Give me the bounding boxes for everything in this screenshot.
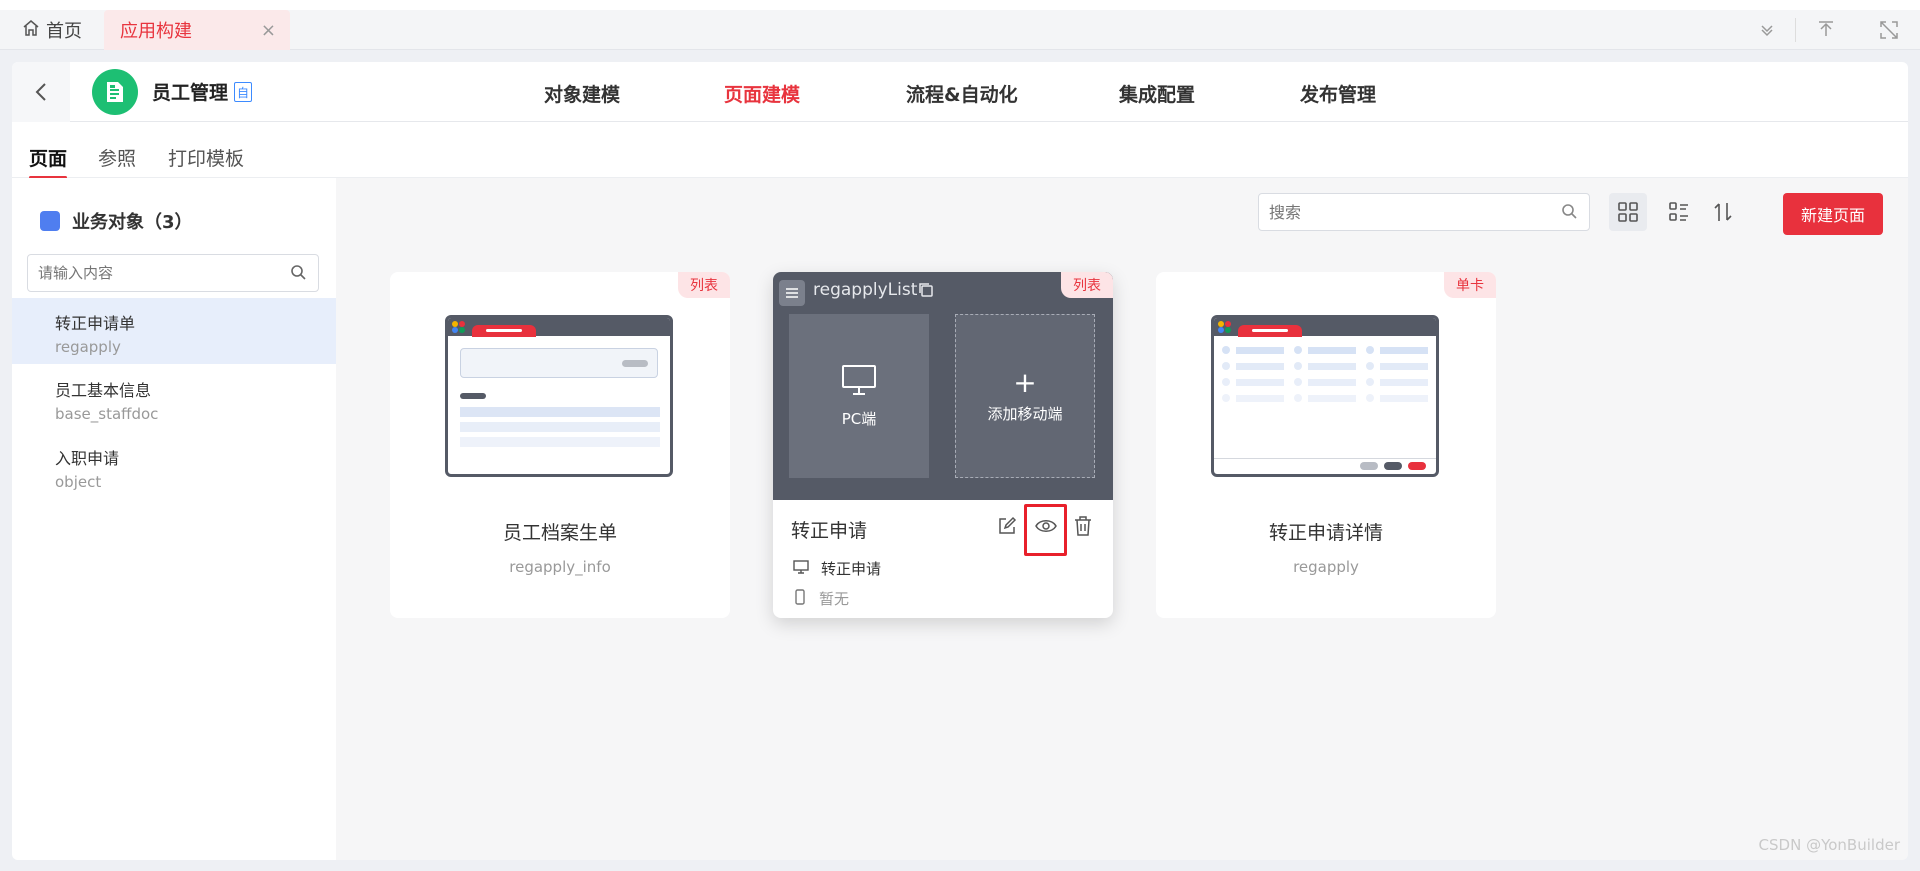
app-dots-icon (452, 321, 466, 333)
page-card-name: 员工档案生单 (502, 522, 617, 544)
sidebar: 业务对象（3） 转正申请单 regapply 员工基本信息 base_staff… (12, 178, 336, 860)
app-name: 员工管理 (152, 82, 229, 104)
menu-icon[interactable] (779, 280, 805, 306)
app-header: 员工管理 自 对象建模 页面建模 流程&自动化 集成配置 发布管理 (12, 62, 1908, 122)
page-type-badge: 单卡 (1444, 272, 1496, 298)
home-icon (22, 19, 40, 42)
business-object-icon (40, 211, 60, 231)
watermark: CSDN @YonBuilder (1758, 836, 1900, 854)
add-mobile-endpoint-button[interactable]: + 添加移动端 (955, 314, 1095, 478)
mobile-phone-icon (793, 588, 807, 609)
sidebar-item-code: regapply (55, 338, 121, 356)
search-icon[interactable] (1561, 203, 1577, 223)
page-card[interactable]: 列表 员工档案生单 regapply_info (390, 272, 730, 618)
page-card[interactable]: 单卡 转正申请详情 regapply (1156, 272, 1496, 618)
nav-object-modeling[interactable]: 对象建模 (544, 80, 620, 107)
page-card-name: 转正申请 (791, 520, 868, 542)
sidebar-search (27, 254, 319, 292)
sidebar-title-label: 业务对象（3） (72, 212, 193, 233)
sidebar-item-code: base_staffdoc (55, 405, 159, 423)
divider (1795, 18, 1796, 42)
subtab-pages[interactable]: 页面 (29, 144, 68, 179)
chevrons-down-icon[interactable] (1758, 10, 1776, 50)
grid-view-icon[interactable] (1609, 193, 1647, 231)
app-logo (92, 69, 138, 115)
sidebar-item-base-staffdoc[interactable]: 员工基本信息 base_staffdoc (12, 365, 336, 431)
page-code-title: regapplyList (813, 280, 918, 300)
page-card-preview-panel: regapplyList 列表 PC端 + 添加移动端 (773, 272, 1113, 500)
upload-icon[interactable] (1816, 10, 1836, 50)
copy-icon[interactable] (918, 282, 934, 302)
edit-icon[interactable] (997, 516, 1017, 540)
back-button[interactable] (12, 62, 70, 122)
pc-endpoint-button[interactable]: PC端 (789, 314, 929, 478)
chevron-left-icon (35, 83, 46, 101)
plus-icon: + (1013, 365, 1037, 399)
sort-icon[interactable] (1704, 193, 1742, 231)
document-icon (107, 82, 123, 102)
content-area: 新建页面 列表 (336, 178, 1908, 860)
page-search-input[interactable] (1269, 194, 1549, 230)
pc-endpoint-label: PC端 (841, 409, 877, 428)
page-type-badge: 列表 (1061, 272, 1113, 298)
sidebar-item-regapply[interactable]: 转正申请单 regapply (12, 298, 336, 364)
mobile-page-name: 暂无 (819, 590, 850, 608)
trash-icon[interactable] (1074, 516, 1092, 540)
nav-page-modeling[interactable]: 页面建模 (724, 80, 800, 107)
page-search (1258, 193, 1590, 231)
page-card-code: regapply_info (509, 558, 611, 576)
close-icon[interactable]: × (261, 20, 276, 41)
pc-status-row: 转正申请 (793, 558, 881, 579)
sidebar-item-code: object (55, 473, 102, 491)
self-built-badge: 自 (234, 82, 252, 102)
list-page-thumbnail (445, 315, 673, 477)
detail-page-thumbnail (1211, 315, 1439, 477)
sidebar-item-title: 转正申请单 (55, 314, 136, 333)
monitor-icon (793, 559, 809, 578)
search-icon[interactable] (290, 264, 306, 284)
tab-home[interactable]: 首页 (22, 10, 82, 50)
pc-page-name: 转正申请 (821, 560, 882, 578)
nav-process-automation[interactable]: 流程&自动化 (906, 80, 1018, 107)
sidebar-item-title: 员工基本信息 (55, 381, 152, 400)
sidebar-search-input[interactable] (38, 255, 278, 291)
app-builder: 员工管理 自 对象建模 页面建模 流程&自动化 集成配置 发布管理 页面 参照 … (12, 62, 1908, 860)
mobile-status-row: 暂无 (793, 588, 849, 609)
highlight-box (1024, 504, 1067, 556)
expand-icon[interactable] (1878, 10, 1900, 50)
subtab-print-templates[interactable]: 打印模板 (168, 144, 244, 171)
sidebar-item-title: 入职申请 (55, 449, 120, 468)
add-mobile-label: 添加移动端 (987, 404, 1063, 423)
nav-integration-config[interactable]: 集成配置 (1119, 80, 1195, 107)
sidebar-item-object[interactable]: 入职申请 object (12, 433, 336, 499)
app-dots-icon (1218, 321, 1232, 333)
list-view-icon[interactable] (1660, 193, 1698, 231)
subtab-references[interactable]: 参照 (98, 144, 136, 171)
tab-home-label: 首页 (46, 21, 82, 42)
new-page-button[interactable]: 新建页面 (1783, 193, 1883, 235)
window-top-strip (0, 0, 1920, 10)
nav-publish-management[interactable]: 发布管理 (1300, 80, 1376, 107)
monitor-icon (842, 364, 876, 395)
tab-app-build[interactable]: 应用构建 × (104, 10, 290, 50)
page-card-code: regapply (1293, 558, 1359, 576)
page-card-name: 转正申请详情 (1268, 522, 1383, 544)
sub-tabs: 页面 参照 打印模板 (12, 122, 1908, 179)
page-type-badge: 列表 (678, 272, 730, 298)
page-card-hover[interactable]: regapplyList 列表 PC端 + 添加移动端 转正申请 转正申请 暂无 (773, 272, 1113, 618)
tab-strip: 首页 应用构建 × (0, 10, 1920, 50)
tab-app-build-label: 应用构建 (120, 21, 192, 42)
sidebar-title: 业务对象（3） (40, 208, 193, 234)
